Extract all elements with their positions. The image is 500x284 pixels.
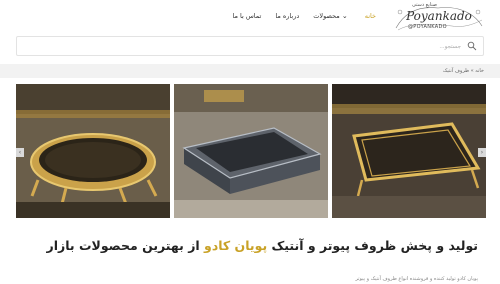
- chevron-left-icon[interactable]: ‹: [16, 148, 24, 157]
- chevron-down-icon: ⌄: [341, 12, 348, 20]
- page-description: پویان کادو تولید کننده و فروشنده انواع ظ…: [355, 276, 478, 282]
- chevron-right-icon[interactable]: ›: [478, 148, 486, 157]
- gold-rect-tray-image: [332, 84, 486, 218]
- gold-round-tray-image: [16, 84, 170, 218]
- page-headline: تولید و پخش ظروف پیوتر و آنتیک پویان کاد…: [47, 238, 478, 253]
- product-gallery: ‹ ›: [16, 84, 486, 218]
- main-nav: خانه محصولات ⌄ درباره ما تماس با ما: [232, 12, 376, 20]
- nav-products-label: محصولات: [313, 12, 340, 20]
- search-input[interactable]: [19, 40, 463, 54]
- slide-gold-round-tray[interactable]: [16, 84, 170, 218]
- logo-tagline: صنایع دستی: [412, 2, 438, 8]
- nav-contact[interactable]: تماس با ما: [232, 12, 261, 20]
- logo-wordmark: Poyankado: [406, 9, 472, 23]
- breadcrumb: خانه » ظروف آنتیک: [442, 68, 484, 74]
- site-header: صنایع دستی Poyankado @POYANKADO خانه محص…: [0, 0, 500, 36]
- site-logo[interactable]: صنایع دستی Poyankado @POYANKADO: [392, 2, 486, 34]
- nav-about[interactable]: درباره ما: [275, 12, 299, 20]
- slide-silver-rect-tray[interactable]: [174, 84, 328, 218]
- nav-products[interactable]: محصولات ⌄: [313, 12, 350, 20]
- logo-handle: @POYANKADO: [408, 24, 447, 30]
- slide-gold-rect-tray[interactable]: [332, 84, 486, 218]
- silver-rect-tray-image: [174, 84, 328, 218]
- headline-part2: از بهترین محصولات بازار: [46, 238, 200, 253]
- nav-home[interactable]: خانه: [365, 12, 376, 20]
- headline-brand: پویان کادو: [204, 238, 268, 253]
- search-icon[interactable]: [467, 41, 477, 51]
- breadcrumb-bar: خانه » ظروف آنتیک: [0, 64, 500, 78]
- search-bar: [16, 36, 484, 56]
- headline-part1: تولید و پخش ظروف پیوتر و آنتیک: [271, 238, 479, 253]
